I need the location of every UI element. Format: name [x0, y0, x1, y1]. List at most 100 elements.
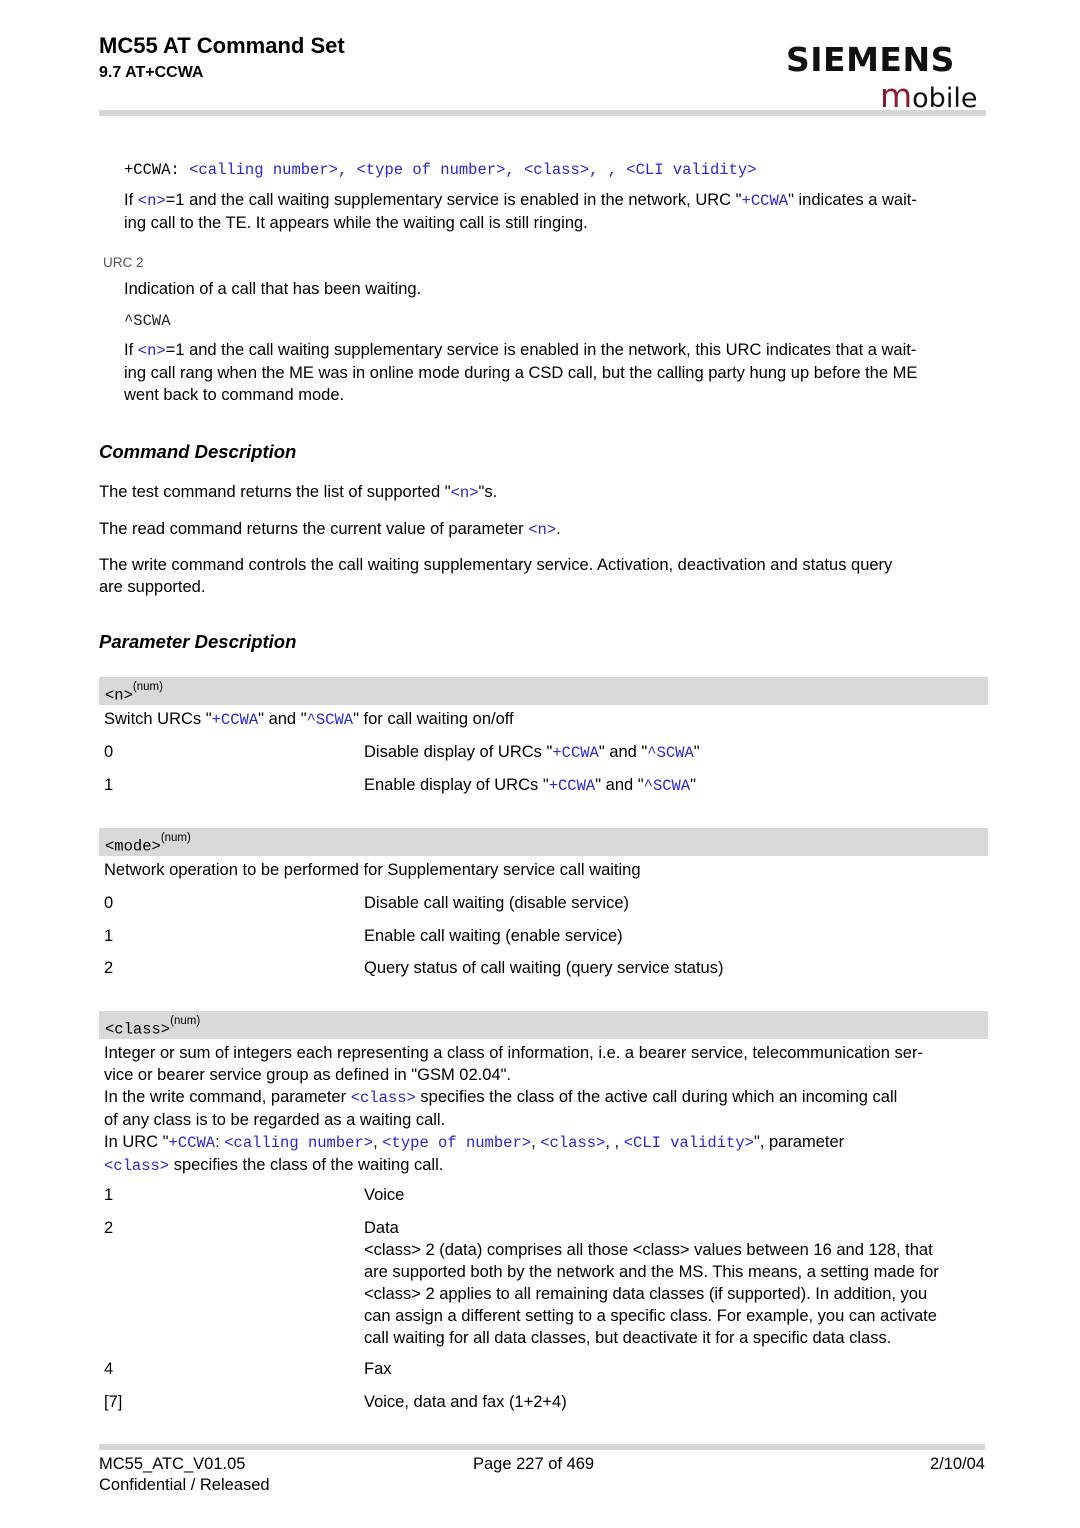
- param-n-link[interactable]: <n>: [528, 521, 556, 539]
- param-mode-name: <mode>: [105, 837, 161, 856]
- text: The test command returns the list of sup…: [99, 483, 451, 501]
- param-n-header: <n>(num): [99, 677, 988, 705]
- text: specifies the class of the active call d…: [415, 1088, 898, 1106]
- scwa-link[interactable]: ^SCWA: [644, 777, 691, 795]
- ccwa-link[interactable]: +CCWA: [549, 777, 596, 795]
- header-divider: [99, 110, 986, 116]
- text: =1 and the call waiting supplementary se…: [165, 191, 742, 209]
- text: " and ": [595, 776, 644, 794]
- param-class-description: Integer or sum of integers each represen…: [104, 1042, 988, 1177]
- read-command-text: The read command returns the current val…: [99, 518, 561, 541]
- text: Switch URCs ": [104, 710, 212, 728]
- urc1-description: If <n>=1 and the call waiting supplement…: [124, 189, 988, 234]
- param-mode-value-desc: Disable call waiting (disable service): [364, 894, 630, 912]
- urc1-syntax-params[interactable]: <calling number>, <type of number>, <cla…: [189, 161, 756, 179]
- text: Integer or sum of integers each represen…: [104, 1044, 923, 1062]
- urc1-syntax: +CCWA: <calling number>, <type of number…: [124, 161, 757, 179]
- text: The write command controls the call wait…: [99, 556, 893, 574]
- text: "s.: [478, 483, 498, 501]
- ccwa-link[interactable]: +CCWA: [169, 1134, 216, 1152]
- urc2-description: If <n>=1 and the call waiting supplement…: [124, 339, 988, 406]
- text: In URC "+CCWA: <calling number>, <type o…: [104, 1131, 988, 1154]
- text: are supported.: [99, 578, 206, 596]
- text: " and ": [598, 743, 648, 761]
- param-mode-description: Network operation to be performed for Su…: [104, 861, 641, 879]
- parameter-description-heading: Parameter Description: [99, 631, 297, 652]
- text: ,: [373, 1133, 383, 1151]
- text: In the write command, parameter <class> …: [104, 1086, 988, 1109]
- text: If: [124, 191, 138, 209]
- param-class-name: <class>: [105, 1020, 171, 1039]
- text: Enable display of URCs ": [364, 776, 549, 794]
- text: call waiting for all data classes, but d…: [364, 1329, 892, 1347]
- param-type: (num): [170, 1015, 201, 1027]
- section-title: 9.7 AT+CCWA: [99, 64, 204, 81]
- ccwa-link[interactable]: +CCWA: [552, 744, 599, 762]
- param-n-value: 1: [104, 776, 114, 794]
- param-class-value-desc: Voice, data and fax (1+2+4): [364, 1393, 567, 1411]
- text: " and ": [258, 710, 307, 728]
- param-n-link[interactable]: <n>: [451, 484, 479, 502]
- param-n-link[interactable]: <n>: [138, 192, 166, 210]
- class-link[interactable]: <class>: [540, 1134, 605, 1152]
- text: <class> specifies the class of the waiti…: [104, 1154, 988, 1177]
- param-n-name: <n>: [105, 686, 133, 705]
- urc1-syntax-prefix: +CCWA:: [124, 161, 190, 179]
- param-n-link[interactable]: <n>: [138, 342, 166, 360]
- text: In the write command, parameter: [104, 1088, 351, 1106]
- scwa-link[interactable]: ^SCWA: [647, 744, 694, 762]
- text: <class> 2 applies to all remaining data …: [364, 1285, 928, 1303]
- text: vice or bearer service group as defined …: [104, 1066, 512, 1084]
- footer-divider: [99, 1444, 985, 1450]
- document-title: MC55 AT Command Set: [99, 33, 345, 58]
- param-mode-value-desc: Query status of call waiting (query serv…: [364, 959, 724, 977]
- param-name: <class>(num): [105, 1015, 201, 1039]
- param-n-value: 0: [104, 743, 114, 761]
- ccwa-link[interactable]: +CCWA: [212, 711, 259, 729]
- text: " for call waiting on/off: [353, 710, 514, 728]
- param-name: <n>(num): [105, 681, 163, 705]
- param-class-header: <class>(num): [99, 1011, 988, 1039]
- text: <class> 2 (data) comprises all those <cl…: [364, 1241, 933, 1259]
- param-type: (num): [160, 832, 191, 844]
- urc2-desc-line2: ing call rang when the ME was in online …: [124, 364, 918, 382]
- text: ": [690, 776, 697, 794]
- cli-validity-link[interactable]: <CLI validity>: [624, 1134, 754, 1152]
- param-n-description: Switch URCs "+CCWA" and "^SCWA" for call…: [104, 708, 514, 731]
- param-mode-value: 2: [104, 959, 114, 977]
- param-class-value: 4: [104, 1360, 114, 1378]
- text: are supported both by the network and th…: [364, 1263, 939, 1281]
- text: " indicates a wait-: [788, 191, 917, 209]
- param-class-value: 1: [104, 1186, 114, 1204]
- text: Disable display of URCs ": [364, 743, 553, 761]
- text: of any class is to be regarded as a wait…: [104, 1111, 446, 1129]
- urc2-label: URC 2: [103, 255, 144, 270]
- urc2-desc-line3: went back to command mode.: [124, 386, 345, 404]
- test-command-text: The test command returns the list of sup…: [99, 481, 497, 504]
- text: In URC ": [104, 1133, 169, 1151]
- urc1-desc-line1: If <n>=1 and the call waiting supplement…: [124, 189, 988, 212]
- urc2-syntax: ^SCWA: [124, 312, 171, 330]
- type-of-number-link[interactable]: <type of number>: [382, 1134, 531, 1152]
- text: If: [124, 341, 138, 359]
- urc1-desc-line2: ing call to the TE. It appears while the…: [124, 214, 588, 232]
- param-class-value-desc: Voice: [364, 1186, 405, 1204]
- footer-date: 2/10/04: [929, 1455, 985, 1473]
- param-class-value-desc: Fax: [364, 1360, 392, 1378]
- command-description-heading: Command Description: [99, 441, 297, 462]
- param-mode-value-desc: Enable call waiting (enable service): [364, 927, 623, 945]
- param-n-value-desc: Disable display of URCs "+CCWA" and "^SC…: [364, 741, 987, 764]
- text: The read command returns the current val…: [99, 520, 529, 538]
- param-n-value-desc: Enable display of URCs "+CCWA" and "^SCW…: [364, 774, 987, 797]
- param-type: (num): [132, 681, 163, 693]
- text: :: [215, 1133, 225, 1151]
- text: can assign a different setting to a spec…: [364, 1307, 937, 1325]
- calling-number-link[interactable]: <calling number>: [224, 1134, 373, 1152]
- param-class-value: [7]: [104, 1393, 123, 1411]
- ccwa-link[interactable]: +CCWA: [742, 192, 789, 210]
- text: =1 and the call waiting supplementary se…: [165, 341, 917, 359]
- param-class-value-desc: Data <class> 2 (data) comprises all thos…: [364, 1217, 987, 1349]
- class-link[interactable]: <class>: [351, 1089, 416, 1107]
- class-link[interactable]: <class>: [104, 1157, 169, 1175]
- scwa-link[interactable]: ^SCWA: [307, 711, 354, 729]
